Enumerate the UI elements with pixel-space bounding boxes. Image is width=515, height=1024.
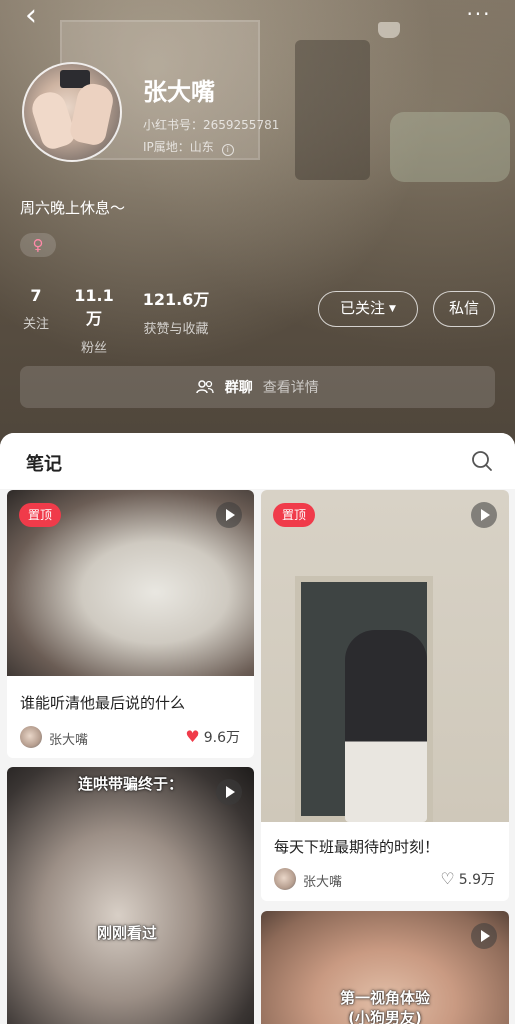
author-name[interactable]: 张大嘴 (303, 871, 342, 890)
ip-location-text: IP属地：山东 (143, 140, 214, 154)
stat-label: 关注 (22, 317, 49, 332)
background-clothes-rack (295, 40, 370, 180)
pinned-badge: 置顶 (273, 503, 315, 527)
background-sofa (390, 112, 510, 182)
info-icon[interactable]: i (221, 144, 234, 156)
note-cover-image (7, 767, 254, 1024)
cover-caption-line1: 第一视角体验 (339, 989, 430, 1007)
ip-location: IP属地：山东 i (143, 138, 234, 156)
stat-followers[interactable]: 11.1万 粉丝 (68, 286, 120, 356)
cover-caption-top: 连哄带骗终于： (77, 775, 183, 793)
stat-label: 粉丝 (80, 341, 107, 356)
note-card[interactable]: 第一视角体验 (小狗男友) (261, 911, 509, 1024)
author-avatar[interactable] (20, 726, 42, 748)
like-count-value: 5.9万 (458, 872, 495, 888)
group-chat-bar[interactable]: 群聊 查看详情 (20, 366, 495, 408)
note-title: 谁能听清他最后说的什么 (20, 694, 186, 712)
video-play-icon (471, 502, 497, 528)
search-icon[interactable] (471, 450, 493, 472)
note-card[interactable]: 置顶 谁能听清他最后说的什么 张大嘴 ♥ 9.6万 (7, 490, 254, 758)
note-card[interactable]: 置顶 每天下班最期待的时刻！ 张大嘴 ♡ 5.9万 (261, 490, 509, 901)
username: 张大嘴 (143, 78, 215, 106)
avatar-hand-shape (28, 88, 78, 152)
stat-value: 121.6万 (142, 290, 210, 309)
note-title: 每天下班最期待的时刻！ (274, 838, 440, 856)
background-lamp (378, 22, 400, 38)
cover-caption-line2: (小狗男友) (348, 1009, 422, 1024)
message-button[interactable]: 私信 (433, 291, 495, 327)
tab-notes[interactable]: 笔记 (26, 450, 62, 476)
more-icon[interactable]: ··· (461, 2, 497, 26)
note-cover-image (261, 490, 509, 822)
group-users-icon (196, 380, 218, 396)
stat-following[interactable]: 7 关注 (20, 286, 52, 332)
like-count[interactable]: ♡ 5.9万 (440, 869, 495, 889)
stat-label: 获赞与收藏 (143, 322, 209, 337)
group-chat-title: 群聊 (224, 380, 253, 396)
avatar-hand-shape (68, 80, 116, 148)
tab-bar: 笔记 (0, 433, 515, 489)
heart-outline-icon: ♡ (440, 869, 455, 888)
video-play-icon (216, 502, 242, 528)
stat-value: 11.1万 (74, 286, 114, 328)
user-id[interactable]: 小红书号：2659255781 (143, 116, 279, 133)
cover-caption-recent: 刚刚看过 (96, 924, 157, 942)
video-play-icon (471, 923, 497, 949)
female-icon: ♀ (20, 233, 56, 257)
stat-likes-collections[interactable]: 121.6万 获赞与收藏 (136, 286, 216, 337)
caret-down-icon: ▼ (389, 304, 396, 314)
note-card[interactable]: 连哄带骗终于： 刚刚看过 (7, 767, 254, 1024)
back-icon[interactable]: ‹ (14, 1, 48, 32)
heart-filled-icon: ♥ (185, 727, 200, 746)
author-name[interactable]: 张大嘴 (49, 729, 88, 748)
bio: 周六晚上休息～ (20, 199, 126, 217)
following-button[interactable]: 已关注 ▼ (318, 291, 418, 327)
like-count-value: 9.6万 (203, 730, 240, 746)
cover-person (345, 630, 427, 822)
author-avatar[interactable] (274, 868, 296, 890)
following-label: 已关注 (340, 299, 386, 317)
like-count[interactable]: ♥ 9.6万 (185, 727, 240, 747)
group-chat-detail: 查看详情 (262, 380, 319, 396)
avatar[interactable] (22, 62, 122, 162)
pinned-badge: 置顶 (19, 503, 61, 527)
stat-value: 7 (30, 286, 42, 305)
notes-panel: 笔记 置顶 谁能听清他最后说的什么 张大嘴 ♥ 9.6万 置顶 每天下班最期待的时… (0, 433, 515, 1024)
